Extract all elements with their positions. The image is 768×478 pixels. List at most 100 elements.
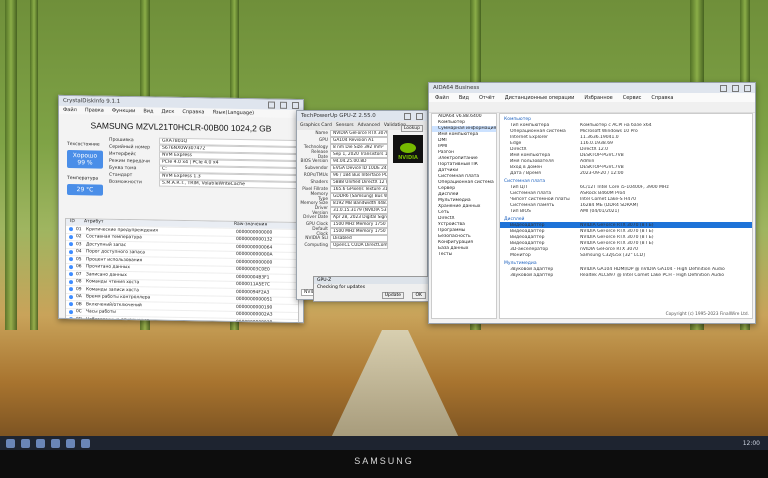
crystaldiskinfo-window[interactable]: CrystalDiskInfo 9.1.1 Файл Правка Функци… [58, 94, 304, 324]
minimize-icon[interactable] [404, 112, 411, 120]
property-row[interactable]: Имя пользователя Admin [500, 158, 752, 164]
gpuz-window[interactable]: TechPowerUp GPU-Z 2.55.0 Graphics Card S… [296, 110, 428, 300]
property-key: Тип ЦП [510, 184, 527, 190]
maximize-icon[interactable] [280, 101, 287, 109]
property-value: NVIDIA GeForce RTX 3070 (8 ГБ) [580, 228, 654, 234]
property-row[interactable]: Системная плата ASRock B460M Pro4 [500, 190, 752, 196]
property-value: AMI (04/01/2021) [580, 208, 620, 214]
property-row[interactable]: Чипсет системной платы Intel Comet Lake-S… [500, 196, 752, 202]
gpuz-field: Subvendor EVGA Device ID 10DE 2484 [297, 165, 391, 172]
gpuz-title: TechPowerUp GPU-Z 2.55.0 [301, 113, 376, 119]
update-button[interactable]: Update [381, 292, 404, 299]
property-row[interactable]: Видеоадаптер NVIDIA GeForce RTX 3070 (8 Г… [500, 228, 752, 234]
menu-item[interactable]: Правка [85, 107, 104, 113]
monitor-bezel: SAMSUNG [0, 450, 768, 478]
property-row[interactable]: Вход в домен DESKTOP-PGVC7VB [500, 164, 752, 170]
navigation-tree[interactable]: AIDA64 v6.88.6400 Компьютер Суммарная инфо… [431, 113, 497, 319]
property-value: Realtek ALC897 @ Intel Comet Lake PCH - … [580, 272, 724, 278]
property-value: Intel Comet Lake-S H470 [580, 196, 636, 202]
smart-table[interactable]: ID Атрибут Raw-значения 01 Критические пр… [65, 217, 299, 324]
bamboo-stalk [5, 0, 17, 330]
lookup-button[interactable]: Lookup [400, 125, 423, 132]
attr-raw: 0000000000051 [236, 297, 273, 303]
close-icon[interactable] [744, 84, 751, 92]
menu-item[interactable]: Вид [459, 95, 469, 101]
property-row[interactable]: Монитор Samsung C32JG5x [32" LCD] [500, 252, 752, 258]
browser-icon[interactable] [51, 438, 60, 448]
app-icon[interactable] [81, 438, 90, 448]
property-value: Компьютер с ACPI на базе x64 [580, 122, 652, 128]
property-value: 11.3636.19041.0 [580, 134, 619, 140]
menu-item[interactable]: Файл [63, 107, 77, 113]
search-icon[interactable] [21, 438, 30, 448]
close-icon[interactable] [292, 101, 299, 109]
tree-item[interactable]: Тесты [432, 252, 496, 258]
menu-item[interactable]: Сервис [623, 95, 642, 101]
property-value: NVIDIA GeForce RTX 3070 (8 ГБ) [580, 222, 654, 228]
property-key: Звуковой адаптер [510, 272, 554, 278]
property-key: Дата / Время [510, 170, 541, 176]
minimize-icon[interactable] [720, 84, 727, 92]
property-value: 16284 МБ (DDR4 SDRAM) [580, 202, 639, 208]
menu-item[interactable]: Отчёт [479, 95, 495, 101]
menu-item[interactable]: Файл [435, 95, 449, 101]
property-row[interactable]: Тип BIOS AMI (04/01/2021) [500, 208, 752, 214]
ok-button[interactable]: OK [411, 292, 426, 299]
field-label: Computing [304, 243, 328, 248]
property-row[interactable]: Звуковой адаптер NVIDIA GA104 HDMI/DP @ n… [500, 266, 752, 272]
menu-item[interactable]: Функции [112, 108, 135, 114]
property-row[interactable]: Видеоадаптер NVIDIA GeForce RTX 3070 (8 Г… [500, 234, 752, 240]
menu-item[interactable]: Диск [161, 109, 174, 115]
property-row[interactable]: Дата / Время 2023-09-20 / 12:00 [500, 170, 752, 176]
close-icon[interactable] [416, 112, 423, 120]
gpuz-field: Driver Version31.0.15.3179 (NVIDIA 531.7… [297, 206, 391, 216]
gpuz-field: Release DateSep 1, 2020 Transistors 1740… [297, 150, 391, 160]
property-row[interactable]: Видеоадаптер NVIDIA GeForce RTX 3070 (8 Г… [500, 222, 752, 228]
taskbar-clock[interactable]: 12:00 [743, 440, 760, 447]
minimize-icon[interactable] [268, 101, 275, 109]
gpuz-titlebar[interactable]: TechPowerUp GPU-Z 2.55.0 [297, 111, 427, 121]
property-key: Монитор [510, 252, 531, 258]
gpuz-field: Name NVIDIA GeForce RTX 3070 [297, 130, 391, 137]
property-row[interactable]: 3D-акселератор nVIDIA GeForce RTX 3070 [500, 246, 752, 252]
property-value: 2023-09-20 / 12:00 [580, 170, 624, 176]
aida-titlebar[interactable]: AIDA64 Business [429, 83, 755, 93]
update-dialog[interactable]: GPU-Z Checking for updates Update OK [313, 276, 431, 302]
field-label: GPU [318, 138, 328, 143]
property-row[interactable]: Системная память 16284 МБ (DDR4 SDRAM) [500, 202, 752, 208]
aida64-window[interactable]: AIDA64 Business Файл Вид Отчёт Дистанцио… [428, 82, 756, 324]
property-value: NVIDIA GeForce RTX 3070 (8 ГБ) [580, 240, 654, 246]
property-row[interactable]: Имя компьютера DESKTOP-PGVC7VB [500, 152, 752, 158]
property-row[interactable]: DirectX DirectX 12.0 [500, 146, 752, 152]
menu-item[interactable]: Избранное [584, 95, 612, 101]
gpuz-field: NVIDIA SLI Disabled [297, 235, 391, 242]
menu-item[interactable]: Дистанционные операции [505, 95, 575, 101]
property-value: 116.0.1938.69 [580, 140, 613, 146]
menu-item[interactable]: Вид [143, 108, 153, 114]
status-dot-icon [69, 302, 73, 307]
property-row[interactable]: Edge 116.0.1938.69 [500, 140, 752, 146]
property-row[interactable]: Видеоадаптер NVIDIA GeForce RTX 3070 (8 Г… [500, 240, 752, 246]
folder-icon[interactable] [36, 438, 45, 448]
start-icon[interactable] [6, 438, 15, 448]
maximize-icon[interactable] [732, 84, 739, 92]
property-row[interactable]: Операционная система Microsoft Windows 10… [500, 128, 752, 134]
tab-graphics-card[interactable]: Graphics Card [300, 123, 332, 128]
menu-item[interactable]: Справка [651, 95, 673, 101]
property-row[interactable]: Internet Explorer 11.3636.19041.0 [500, 134, 752, 140]
attr-id: 06 [76, 264, 82, 270]
tab-advanced[interactable]: Advanced [358, 123, 380, 128]
menu-item[interactable]: Язык(Language) [212, 110, 254, 117]
info-key: Интерфейс [109, 151, 137, 158]
property-row[interactable]: Тип ЦП 6C/12T Intel Core i5-10400F, 3900 … [500, 184, 752, 190]
gpuz-field: BIOS Version 94.04.25.00.8D [297, 158, 391, 165]
tab-sensors[interactable]: Sensors [336, 123, 354, 128]
attr-id: 0B [76, 301, 82, 308]
property-row[interactable]: Тип компьютера Компьютер с ACPI на базе x… [500, 122, 752, 128]
app-icon[interactable] [66, 438, 75, 448]
field-value: 31.0.15.3179 (NVIDIA 531.79) DCH [330, 207, 388, 214]
property-row[interactable]: Звуковой адаптер Realtek ALC897 @ Intel C… [500, 272, 752, 278]
menu-item[interactable]: Справка [182, 109, 204, 115]
property-value: Microsoft Windows 10 Pro [580, 128, 638, 134]
aida-menu: Файл Вид Отчёт Дистанционные операции Из… [429, 93, 755, 102]
